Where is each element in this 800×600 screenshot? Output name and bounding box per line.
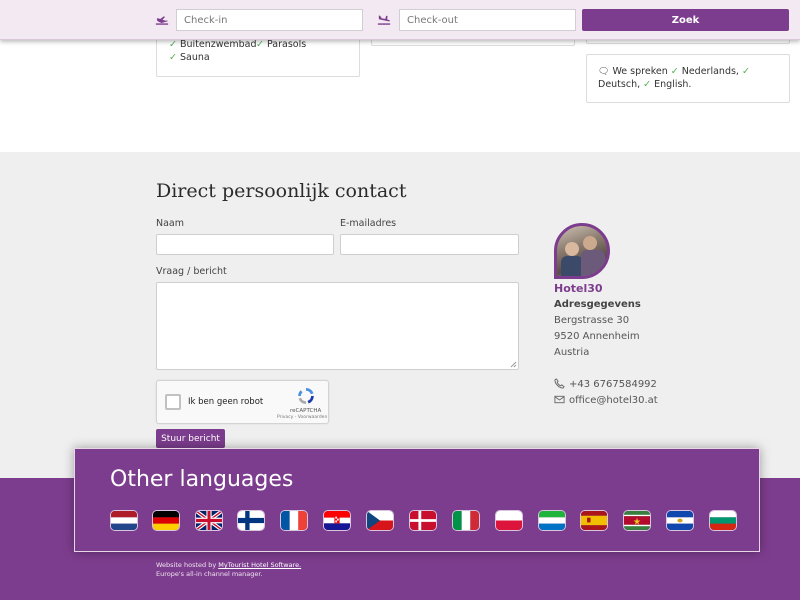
contact-title: Direct persoonlijk contact — [156, 180, 407, 202]
amenity-item: ✓ Buitenzwembad — [169, 39, 257, 50]
arrival-plane-icon — [377, 15, 391, 25]
check-icon: ✓ — [643, 79, 652, 90]
flag-uk-icon[interactable] — [195, 510, 223, 531]
name-label: Naam — [156, 218, 185, 229]
recaptcha-widget: Ik ben geen robot reCAPTCHA Privacy - Vo… — [156, 380, 329, 424]
contact-section: Direct persoonlijk contact Naam E-mailad… — [0, 152, 800, 478]
flag-spain-icon[interactable] — [580, 510, 608, 531]
amenity-item: ✓ Parasols — [256, 39, 307, 50]
recaptcha-logo-icon — [298, 388, 314, 404]
flag-czech-icon[interactable] — [366, 510, 394, 531]
check-icon: ✓ — [741, 66, 750, 77]
address-city: 9520 Annenheim — [554, 331, 640, 342]
address-title: Adresgegevens — [554, 299, 641, 310]
resize-handle-icon[interactable] — [510, 361, 517, 368]
phone-line[interactable]: +43 6767584992 — [554, 378, 657, 390]
flag-croatia-icon[interactable] — [323, 510, 351, 531]
flag-el-salvador-icon[interactable] — [666, 510, 694, 531]
email-line[interactable]: office@hotel30.at — [554, 394, 658, 406]
flag-denmark-icon[interactable] — [409, 510, 437, 531]
send-message-button[interactable]: Stuur bericht — [156, 429, 225, 448]
name-input[interactable] — [156, 234, 334, 255]
flag-france-icon[interactable] — [280, 510, 308, 531]
recaptcha-links[interactable]: Privacy - Voorwaarden — [277, 415, 327, 420]
amenity-item: ✓ Sauna — [169, 52, 210, 63]
phone-icon — [554, 378, 565, 389]
check-icon: ✓ — [670, 66, 679, 77]
recaptcha-label: Ik ben geen robot — [188, 397, 264, 407]
flag-suriname-icon[interactable] — [623, 510, 651, 531]
departure-plane-icon — [155, 16, 169, 25]
question-label: Vraag / bericht — [156, 266, 227, 277]
search-button[interactable]: Zoek — [582, 9, 789, 31]
checkout-input[interactable] — [399, 9, 576, 31]
other-languages-title: Other languages — [110, 467, 294, 492]
recaptcha-brand: reCAPTCHA — [290, 408, 322, 414]
check-icon: ✓ — [256, 39, 264, 50]
check-icon: ✓ — [169, 52, 177, 63]
flag-italy-icon[interactable] — [452, 510, 480, 531]
check-icon: ✓ — [169, 39, 177, 50]
recaptcha-checkbox[interactable] — [165, 394, 181, 410]
address-street: Bergstrasse 30 — [554, 315, 630, 326]
footer-text: Website hosted by MyTourist Hotel Softwa… — [156, 561, 302, 578]
booking-bar: Zoek — [0, 0, 800, 40]
other-languages-panel: Other languages — [74, 448, 760, 552]
footer-hosted-link[interactable]: MyTourist Hotel Software. — [218, 561, 301, 569]
envelope-icon — [554, 395, 565, 404]
email-input[interactable] — [340, 234, 519, 255]
flag-sierra-leone-icon[interactable] — [538, 510, 566, 531]
hotel-avatar — [554, 223, 610, 279]
checkin-input[interactable] — [176, 9, 363, 31]
flag-finland-icon[interactable] — [237, 510, 265, 531]
address-country: Austria — [554, 347, 590, 358]
chat-icon: 🗨 — [598, 67, 610, 77]
flag-germany-icon[interactable] — [152, 510, 180, 531]
hotel-name[interactable]: Hotel30 — [554, 282, 603, 295]
flag-poland-icon[interactable] — [495, 510, 523, 531]
email-label: E-mailadres — [340, 218, 397, 229]
flag-bulgaria-icon[interactable] — [709, 510, 737, 531]
flag-netherlands-icon[interactable] — [110, 510, 138, 531]
languages-spoken-line: 🗨 We spreken ✓ Nederlands, ✓ — [598, 66, 750, 77]
languages-spoken-line: Deutsch, ✓ English. — [598, 79, 692, 90]
question-textarea[interactable] — [156, 282, 519, 370]
